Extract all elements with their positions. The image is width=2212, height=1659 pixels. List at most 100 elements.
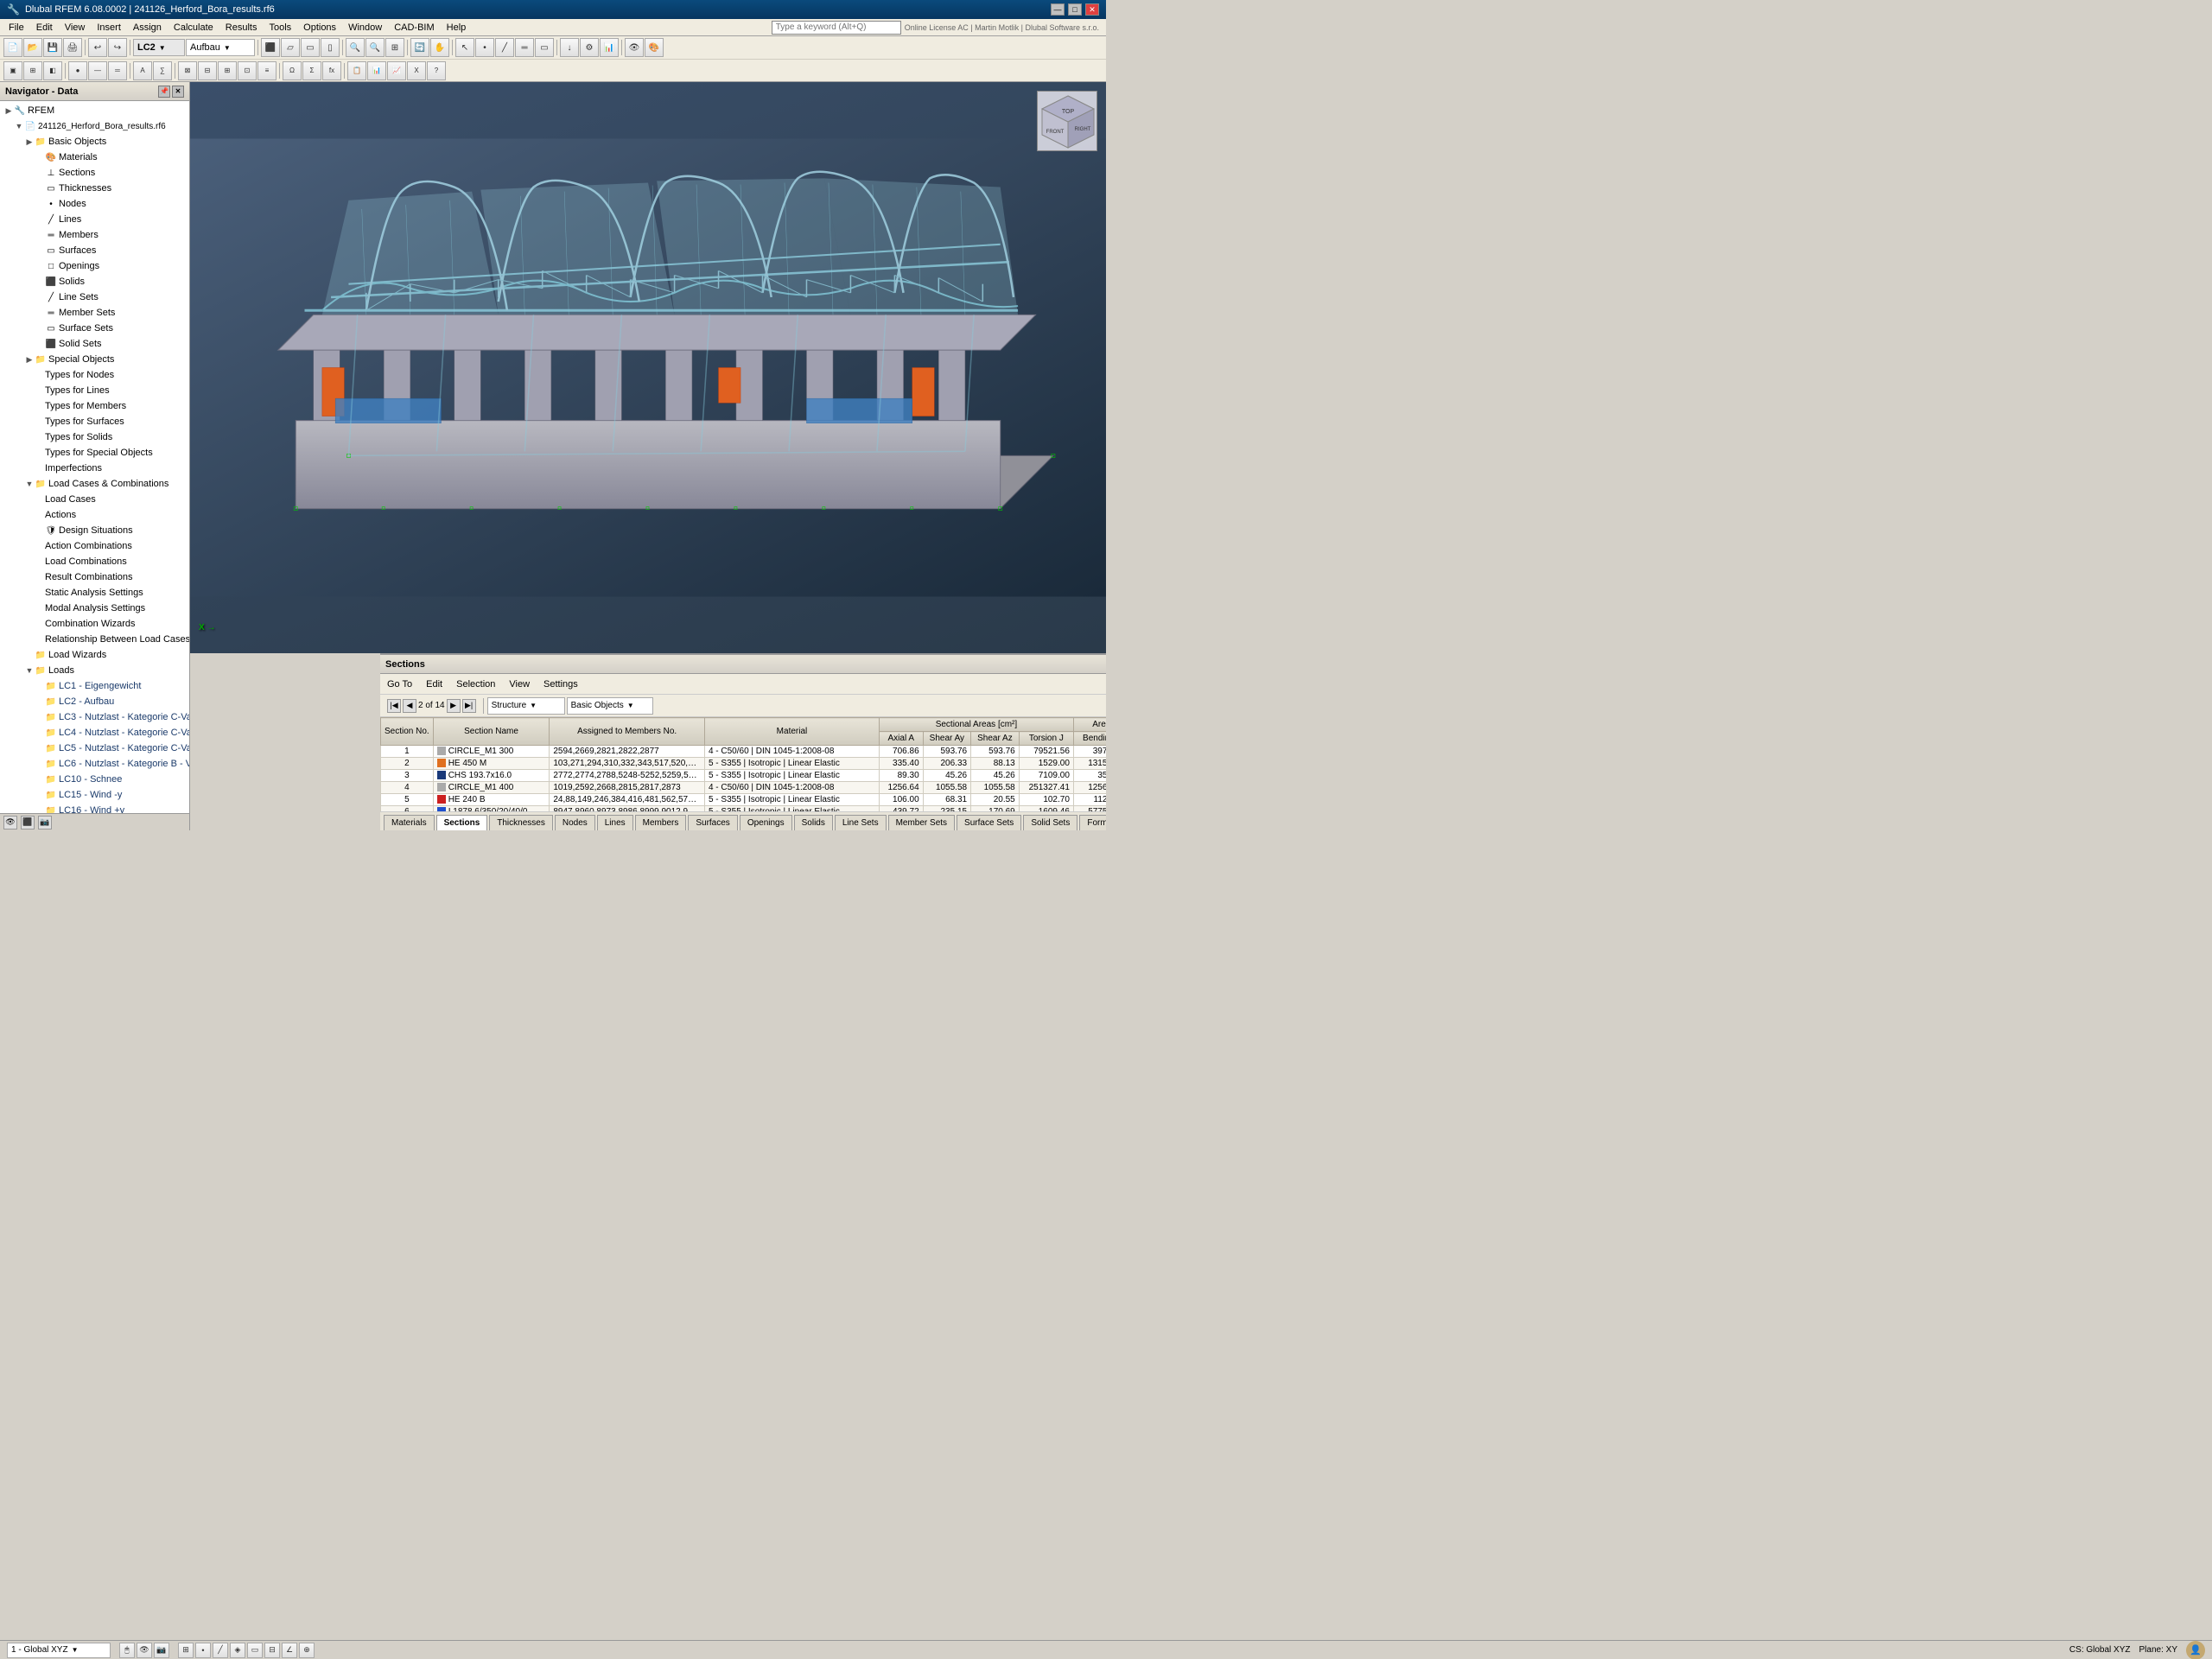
camera-icon[interactable]: 📷 — [38, 816, 52, 830]
tab-nodes[interactable]: Nodes — [555, 815, 595, 830]
menu-view-sec[interactable]: View — [505, 678, 533, 690]
first-page-btn[interactable]: |◀ — [387, 699, 401, 713]
menu-view[interactable]: View — [60, 22, 91, 34]
wire-btn[interactable]: ⊞ — [23, 61, 42, 80]
menu-tools[interactable]: Tools — [264, 22, 296, 34]
tree-lc3[interactable]: 📁 LC3 - Nutzlast - Kategorie C-Var 1 — [0, 709, 189, 725]
new-btn[interactable]: 📄 — [3, 38, 22, 57]
tree-types-lines[interactable]: Types for Lines — [0, 383, 189, 398]
tb2[interactable]: ⊟ — [198, 61, 217, 80]
status-snap1[interactable]: ⊞ — [178, 1643, 194, 1658]
tab-line-sets[interactable]: Line Sets — [835, 815, 887, 830]
menu-edit-sec[interactable]: Edit — [423, 678, 446, 690]
display-btn[interactable]: 👁 — [625, 38, 644, 57]
surface-btn[interactable]: ▭ — [535, 38, 554, 57]
menu-cadbim[interactable]: CAD-BIM — [389, 22, 439, 34]
menu-edit[interactable]: Edit — [31, 22, 58, 34]
panel-header-controls[interactable]: 📌 ✕ — [158, 86, 184, 98]
col-axialA[interactable]: Axial A — [879, 732, 923, 746]
next-page-btn[interactable]: ▶ — [447, 699, 461, 713]
tree-types-special[interactable]: Types for Special Objects — [0, 445, 189, 461]
col-torsionJ[interactable]: Torsion J — [1019, 732, 1073, 746]
menu-assign[interactable]: Assign — [128, 22, 167, 34]
zoom-fit-btn[interactable]: ⊞ — [385, 38, 404, 57]
rotate-btn[interactable]: 🔄 — [410, 38, 429, 57]
tree-lc15[interactable]: 📁 LC15 - Wind -y — [0, 787, 189, 803]
status-snap2[interactable]: • — [195, 1643, 211, 1658]
status-icon1[interactable]: 🖱 — [119, 1643, 135, 1658]
status-snap4[interactable]: ◈ — [230, 1643, 245, 1658]
tb11[interactable]: 📈 — [387, 61, 406, 80]
render-btn[interactable]: ▣ — [3, 61, 22, 80]
tb12[interactable]: X — [407, 61, 426, 80]
tree-imperfections[interactable]: Imperfections — [0, 461, 189, 476]
menu-selection[interactable]: Selection — [453, 678, 499, 690]
tab-formulas[interactable]: Formulas — [1079, 815, 1106, 830]
color-btn[interactable]: 🎨 — [645, 38, 664, 57]
tree-actions[interactable]: Actions — [0, 507, 189, 523]
node-display-btn[interactable]: ● — [68, 61, 87, 80]
symbol-btn[interactable]: ∑ — [153, 61, 172, 80]
view-front-btn[interactable]: ▱ — [281, 38, 300, 57]
status-snap8[interactable]: ⊕ — [299, 1643, 315, 1658]
search-input[interactable] — [772, 21, 901, 35]
tree-members[interactable]: ═ Members — [0, 227, 189, 243]
tree-rel-lc[interactable]: Relationship Between Load Cases — [0, 632, 189, 647]
undo-btn[interactable]: ↩ — [88, 38, 107, 57]
tree-lc16[interactable]: 📁 LC16 - Wind +y — [0, 803, 189, 813]
tab-solids[interactable]: Solids — [794, 815, 833, 830]
table-row[interactable]: 4 CIRCLE_M1 400 1019,2592,2668,2815,2817… — [381, 782, 1107, 794]
maximize-btn[interactable]: □ — [1068, 3, 1082, 16]
close-panel-btn[interactable]: ✕ — [172, 86, 184, 98]
table-row[interactable]: 5 HE 240 B 24,88,149,246,384,416,481,562… — [381, 794, 1107, 806]
table-row[interactable]: 2 HE 450 M 103,271,294,310,332,343,517,5… — [381, 758, 1107, 770]
prev-page-btn[interactable]: ◀ — [403, 699, 416, 713]
minimize-btn[interactable]: — — [1051, 3, 1065, 16]
status-snap6[interactable]: ⊟ — [264, 1643, 280, 1658]
open-btn[interactable]: 📂 — [23, 38, 42, 57]
menu-options[interactable]: Options — [298, 22, 341, 34]
tab-thicknesses[interactable]: Thicknesses — [489, 815, 553, 830]
view-side-btn[interactable]: ▯ — [321, 38, 340, 57]
tree-solid-sets[interactable]: ⬛ Solid Sets — [0, 336, 189, 352]
tb3[interactable]: ⊞ — [218, 61, 237, 80]
tb7[interactable]: Σ — [302, 61, 321, 80]
tree-static-analysis[interactable]: Static Analysis Settings — [0, 585, 189, 601]
node-btn[interactable]: • — [475, 38, 494, 57]
tb9[interactable]: 📋 — [347, 61, 366, 80]
tree-lines[interactable]: ╱ Lines — [0, 212, 189, 227]
pin-btn[interactable]: 📌 — [158, 86, 170, 98]
tab-sections[interactable]: Sections — [436, 815, 488, 830]
tree-types-members[interactable]: Types for Members — [0, 398, 189, 414]
tree-openings[interactable]: □ Openings — [0, 258, 189, 274]
save-btn[interactable]: 💾 — [43, 38, 62, 57]
tree-design-sit[interactable]: 🛡 Design Situations — [0, 523, 189, 538]
table-row[interactable]: 1 CIRCLE_M1 300 2594,2669,2821,2822,2877… — [381, 746, 1107, 758]
tree-thicknesses[interactable]: ▭ Thicknesses — [0, 181, 189, 196]
tree-result-comb[interactable]: Result Combinations — [0, 569, 189, 585]
tree-load-cases[interactable]: Load Cases — [0, 492, 189, 507]
tb10[interactable]: 📊 — [367, 61, 386, 80]
status-snap3[interactable]: ╱ — [213, 1643, 228, 1658]
tree-nodes[interactable]: • Nodes — [0, 196, 189, 212]
result-btn[interactable]: 📊 — [600, 38, 619, 57]
menu-results[interactable]: Results — [220, 22, 263, 34]
line-display-btn[interactable]: — — [88, 61, 107, 80]
zoom-in-btn[interactable]: 🔍 — [346, 38, 365, 57]
tb8[interactable]: fx — [322, 61, 341, 80]
tree-rfem[interactable]: ▶ 🔧 RFEM — [0, 103, 189, 118]
tb4[interactable]: ⊡ — [238, 61, 257, 80]
coord-system-dropdown[interactable]: 1 - Global XYZ ▼ — [7, 1643, 111, 1658]
col-name[interactable]: Section Name — [433, 718, 550, 746]
tree-file[interactable]: ▼ 📄 241126_Herford_Bora_results.rf6 — [0, 118, 189, 134]
close-btn[interactable]: ✕ — [1085, 3, 1099, 16]
col-shearAy[interactable]: Shear Ay — [923, 732, 970, 746]
tab-member-sets[interactable]: Member Sets — [888, 815, 955, 830]
menu-settings-sec[interactable]: Settings — [540, 678, 582, 690]
view-top-btn[interactable]: ▭ — [301, 38, 320, 57]
render-icon[interactable]: ⬛ — [21, 816, 35, 830]
menu-insert[interactable]: Insert — [92, 22, 126, 34]
select-btn[interactable]: ↖ — [455, 38, 474, 57]
aufbau-dropdown[interactable]: Aufbau ▼ — [186, 39, 255, 56]
lc-dropdown[interactable]: LC2 ▼ — [133, 39, 185, 56]
